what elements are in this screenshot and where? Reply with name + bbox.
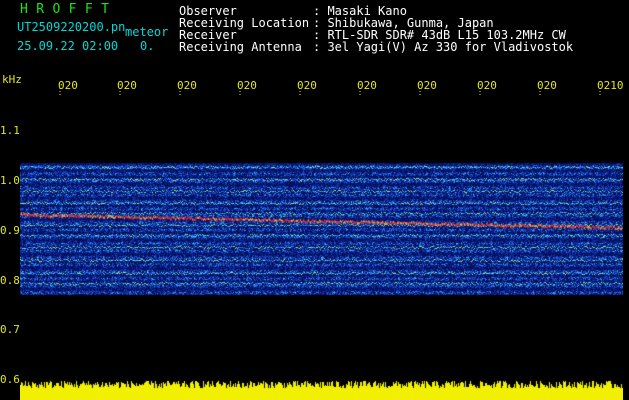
frequency-tick: 0.6 — [0, 373, 20, 386]
axis-unit-label: kHz — [2, 73, 22, 86]
type-label: meteor — [125, 25, 169, 39]
date-time-label: 25.09.22 02:00 — [17, 39, 119, 53]
filename-label: UT2509220200.pn — [17, 20, 126, 34]
frequency-tick: 0.7 — [0, 323, 20, 336]
frequency-tick: 1.1 — [0, 124, 20, 137]
frequency-tick: 1.0 — [0, 174, 20, 187]
spectrogram-plot — [20, 95, 623, 400]
info-label-antenna: Receiving Antenna — [179, 40, 302, 54]
frequency-tick: 0.8 — [0, 274, 20, 287]
app-title: HROFFT — [20, 2, 118, 17]
frequency-tick: 0.9 — [0, 224, 20, 237]
count-label: 0. — [140, 39, 155, 53]
info-value-antenna: : 3el Yagi(V) Az 330 for Vladivostok — [313, 40, 574, 54]
